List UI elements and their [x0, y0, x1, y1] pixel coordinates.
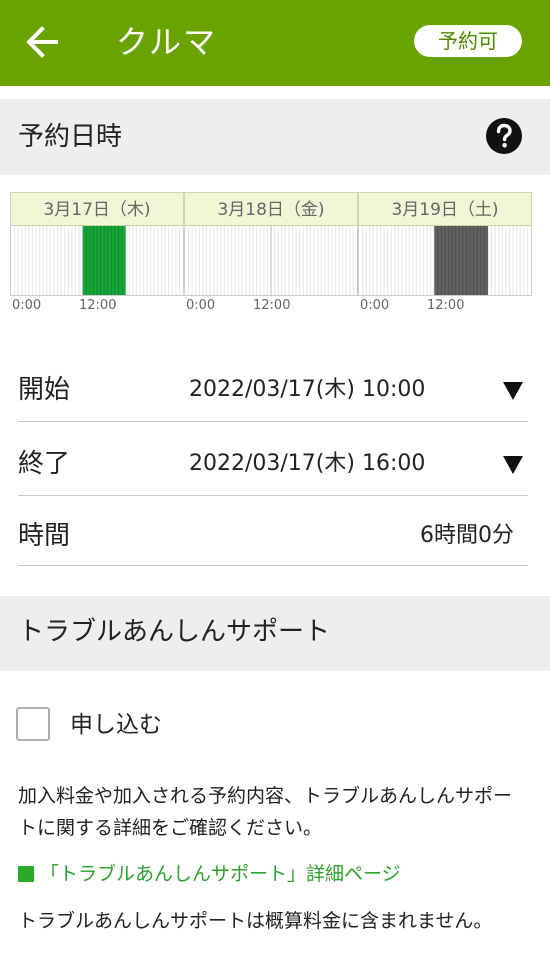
timeline-day-label: 3月18日（金)	[184, 192, 358, 226]
arrow-left-icon	[26, 26, 58, 58]
timeline-day-grid	[10, 226, 184, 296]
timeline-day[interactable]: 3月19日（土)	[358, 192, 532, 296]
hour-label: 12:00	[427, 298, 465, 313]
timeline-grid-svg	[14, 226, 180, 295]
timeline-day-label: 3月19日（土)	[358, 192, 532, 226]
apply-checkbox[interactable]	[16, 707, 50, 741]
support-detail-link-text[interactable]: 「トラブルあんしんサポート」詳細ページ	[40, 857, 401, 891]
timeline-day[interactable]: 3月17日（木)	[10, 192, 184, 296]
timeline-day-grid	[184, 226, 358, 296]
divider	[18, 495, 528, 496]
reservation-section-header: 予約日時	[0, 99, 550, 175]
timeline-grid-svg	[362, 226, 528, 295]
timeline-grid-svg	[188, 226, 354, 295]
end-time-row[interactable]: 終了 2022/03/17(木) 16:00	[18, 440, 528, 496]
start-time-row[interactable]: 開始 2022/03/17(木) 10:00	[18, 366, 528, 422]
end-label: 終了	[18, 449, 71, 479]
apply-checkbox-label[interactable]: 申し込む	[70, 707, 162, 743]
question-circle-icon[interactable]	[486, 118, 522, 154]
start-label: 開始	[18, 375, 71, 405]
support-description: 加入料金や加入される予約内容、トラブルあんしんサポートに関する詳細をご確認くださ…	[18, 785, 513, 839]
hour-label: 12:00	[253, 298, 291, 313]
reservation-section-title: 予約日時	[18, 122, 123, 152]
timeline-day-grid	[358, 226, 532, 296]
start-datetime-select[interactable]: 2022/03/17(木) 10:00	[189, 370, 425, 410]
app-bar: クルマ 予約可	[0, 0, 550, 86]
triangle-down-icon[interactable]	[503, 382, 523, 400]
duration-row: 時間 6時間0分	[18, 514, 528, 566]
hour-label: 0:00	[12, 298, 42, 313]
status-badge: 予約可	[414, 25, 522, 57]
square-bullet-icon	[18, 866, 34, 882]
support-section-header: トラブルあんしんサポート	[0, 596, 550, 671]
availability-timeline[interactable]: 3月17日（木) 3月18日（金) 3月19日（土) 0:00 12:00 0:…	[10, 192, 532, 318]
back-button[interactable]	[22, 22, 66, 62]
timeline-day[interactable]: 3月18日（金)	[184, 192, 358, 296]
divider	[18, 421, 528, 422]
end-datetime-select[interactable]: 2022/03/17(木) 16:00	[189, 444, 425, 484]
divider	[18, 565, 528, 566]
support-detail-link[interactable]: 「トラブルあんしんサポート」詳細ページ	[18, 857, 530, 891]
reserved-range	[434, 226, 488, 295]
triangle-down-icon[interactable]	[503, 456, 523, 474]
duration-label: 時間	[18, 521, 71, 551]
page-title: クルマ	[116, 23, 218, 61]
timeline-day-label: 3月17日（木)	[10, 192, 184, 226]
hour-label: 0:00	[360, 298, 390, 313]
support-section-title: トラブルあんしんサポート	[18, 617, 331, 647]
hour-label: 0:00	[186, 298, 216, 313]
hour-label: 12:00	[79, 298, 117, 313]
support-note: トラブルあんしんサポートは概算料金に含まれません。	[18, 910, 493, 932]
duration-value: 6時間0分	[420, 523, 514, 548]
